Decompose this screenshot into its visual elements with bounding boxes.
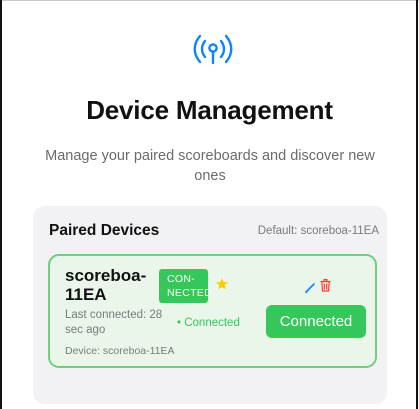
connected-button[interactable]: Connected <box>266 305 366 338</box>
page-subtitle: Manage your paired scoreboards and disco… <box>45 148 375 184</box>
window-right-border <box>416 0 418 409</box>
trash-icon[interactable] <box>320 279 331 292</box>
device-card[interactable]: scoreboa-11EA CON- NECTED Last connected… <box>48 254 377 368</box>
default-device-label: Default: scoreboa-11EA <box>257 225 379 237</box>
window-top-border <box>0 0 419 1</box>
window-left-border <box>0 0 2 409</box>
connected-badge: CON- NECTED <box>159 269 212 303</box>
paired-devices-card: Paired Devices Default: scoreboa-11EA sc… <box>33 206 387 404</box>
connection-status-text: • Connected <box>177 317 240 329</box>
edit-icon[interactable] <box>304 281 316 294</box>
device-id-text: Device: scoreboa-11EA <box>65 345 175 357</box>
antenna-signal-icon <box>191 30 235 68</box>
page-title: Device Management <box>86 95 333 125</box>
paired-devices-title: Paired Devices <box>49 222 160 239</box>
device-name: scoreboa-11EA <box>65 266 147 304</box>
star-icon[interactable] <box>215 277 229 291</box>
connected-badge-text: CON- NECTED <box>167 273 212 299</box>
last-connected-text: Last connected: 28 sec ago <box>65 309 163 336</box>
